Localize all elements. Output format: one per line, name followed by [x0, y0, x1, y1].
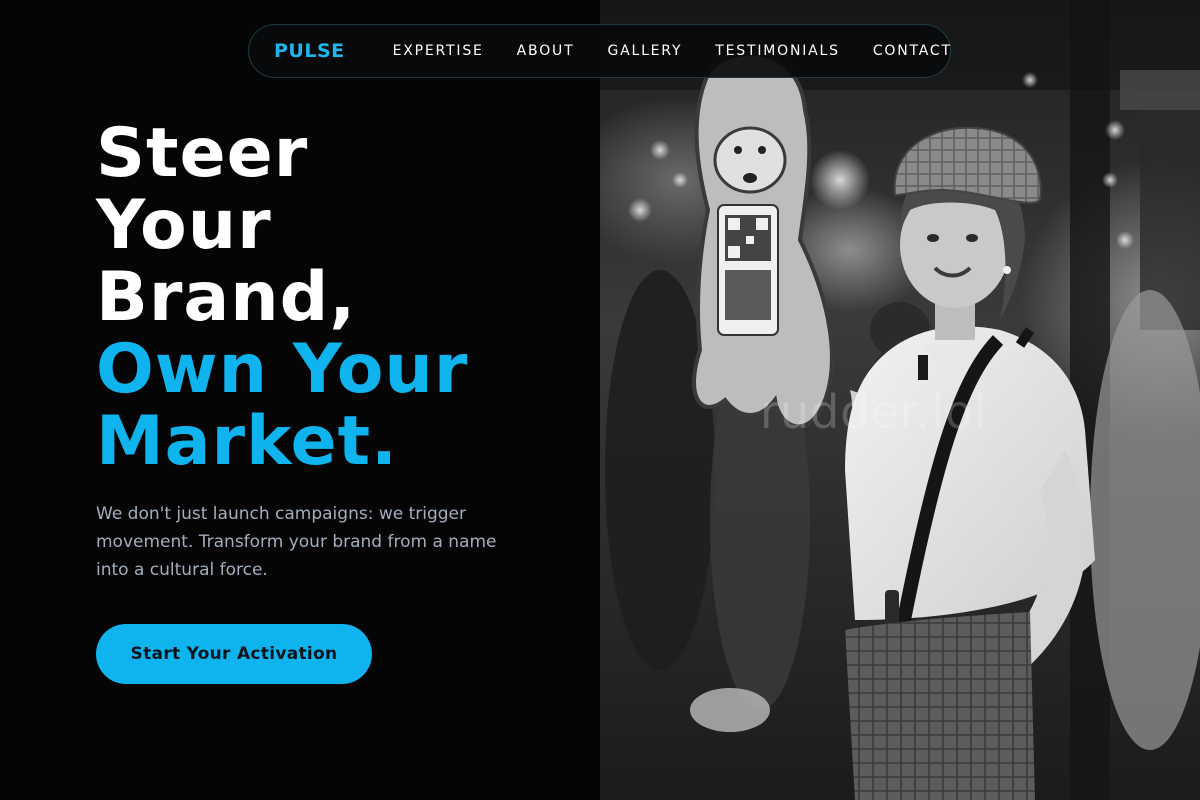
- hero-headline: Steer Your Brand, Own Your Market.: [96, 118, 576, 478]
- nav-link-contact[interactable]: CONTACT: [873, 43, 952, 59]
- start-activation-button[interactable]: Start Your Activation: [96, 624, 372, 684]
- hero-subtext: We don't just launch campaigns: we trigg…: [96, 504, 497, 580]
- brand-logo[interactable]: PULSE: [274, 40, 345, 62]
- headline-line: Steer: [96, 114, 309, 193]
- navbar: PULSE EXPERTISE ABOUT GALLERY TESTIMONIA…: [248, 24, 951, 78]
- woman-figure: [845, 126, 1095, 800]
- headline-line: Brand,: [96, 258, 357, 337]
- hero-photo: rudder.lol: [600, 0, 1200, 800]
- nav-link-expertise[interactable]: EXPERTISE: [393, 43, 484, 59]
- mascot-sign: [692, 51, 834, 429]
- hero-section: Steer Your Brand, Own Your Market.: [96, 118, 576, 478]
- headline-accent-line: Own Your: [96, 330, 469, 409]
- nav-links: EXPERTISE ABOUT GALLERY TESTIMONIALS CON…: [393, 43, 952, 59]
- headline-line: Your: [96, 186, 272, 265]
- photo-watermark: rudder.lol: [760, 385, 988, 439]
- headline-accent-line: Market.: [96, 402, 398, 481]
- landing-page: rudder.lol PULSE EXPERTISE ABOUT GALLERY…: [0, 0, 1200, 800]
- nav-link-gallery[interactable]: GALLERY: [607, 43, 682, 59]
- nav-link-testimonials[interactable]: TESTIMONIALS: [715, 43, 840, 59]
- nav-link-about[interactable]: ABOUT: [517, 43, 575, 59]
